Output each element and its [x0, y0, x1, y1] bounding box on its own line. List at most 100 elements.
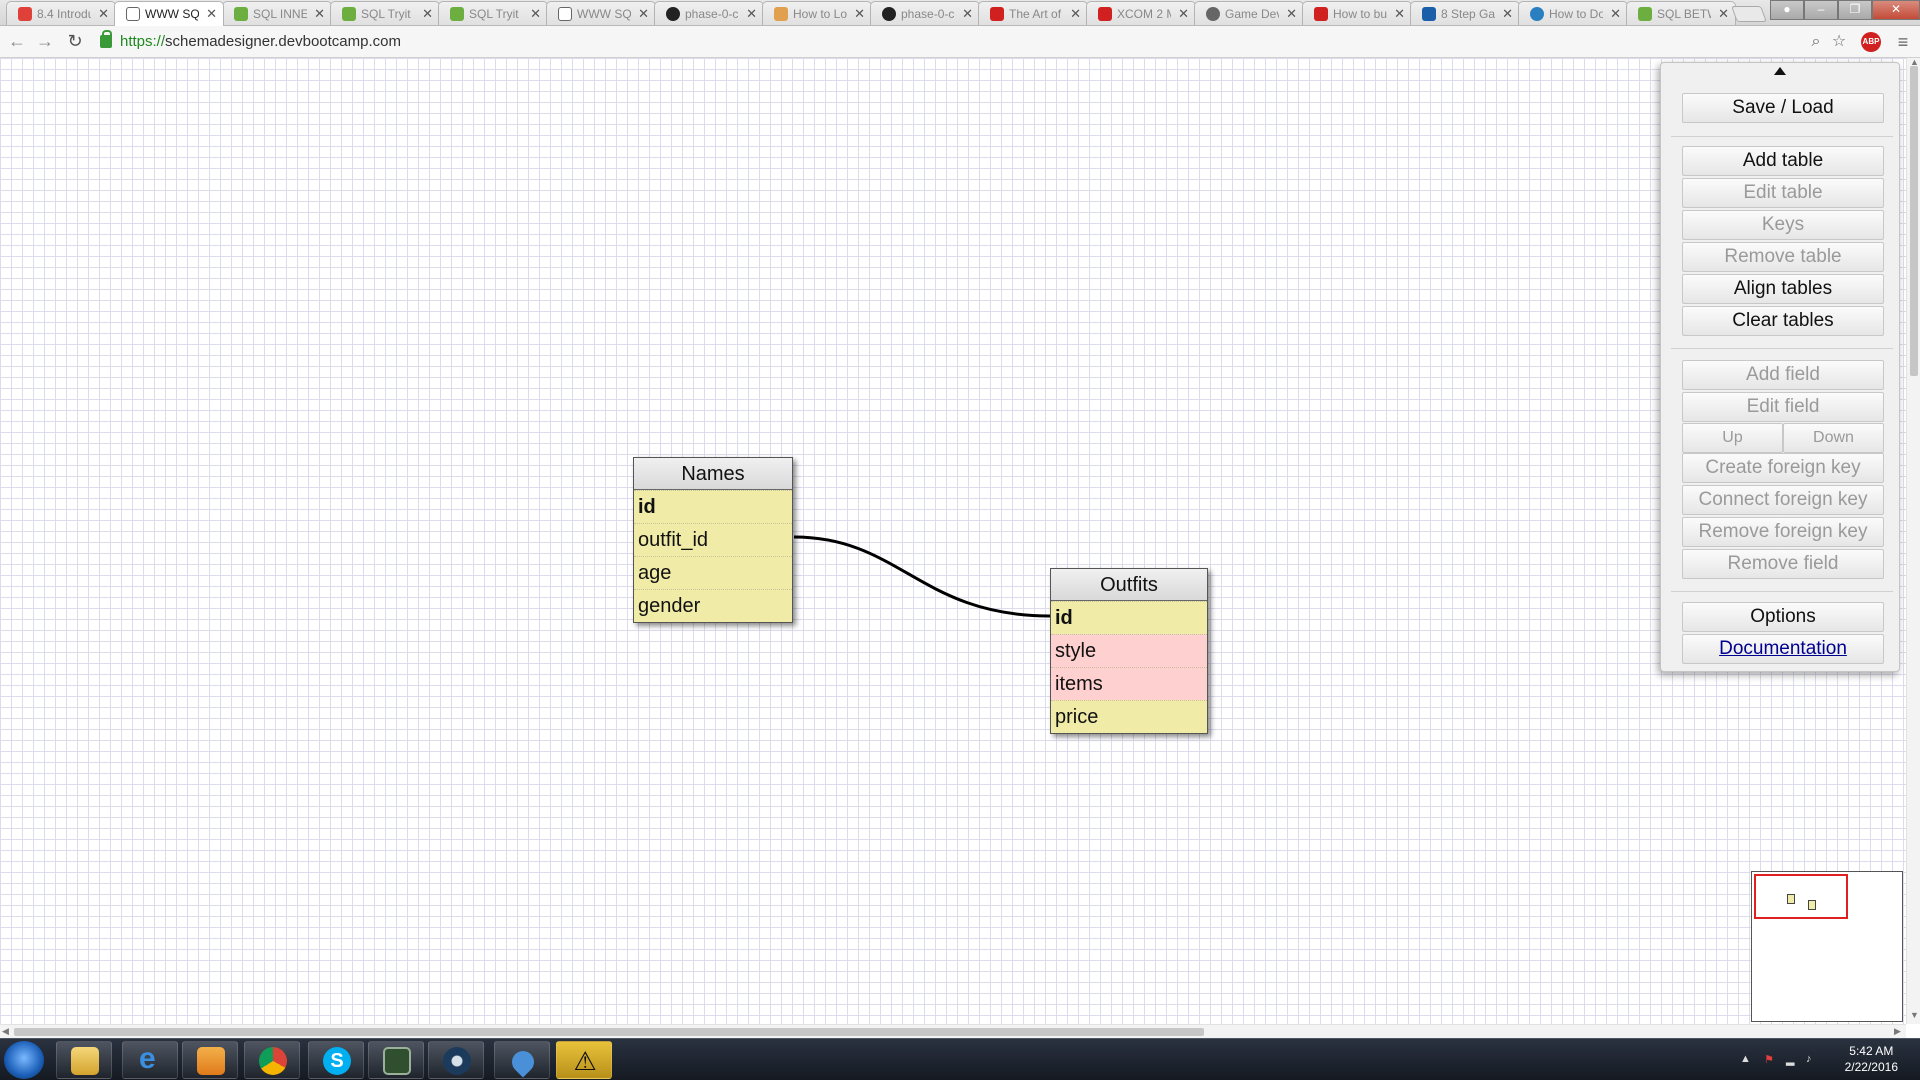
forward-icon[interactable]: →: [34, 30, 56, 52]
tab-4[interactable]: SQL Tryit ✕: [330, 1, 440, 25]
field-row[interactable]: price: [1051, 700, 1207, 733]
horizontal-scroll-thumb[interactable]: [14, 1028, 1204, 1036]
internet-explorer-button[interactable]: e: [122, 1041, 178, 1079]
field-down-button[interactable]: Down: [1783, 423, 1884, 453]
tab-10[interactable]: The Art of ✕: [978, 1, 1088, 25]
tab-6[interactable]: WWW SQL ✕: [546, 1, 656, 25]
address-bar[interactable]: https://schemadesigner.devbootcamp.com: [98, 30, 1798, 54]
close-icon[interactable]: ✕: [98, 6, 109, 22]
tab-12[interactable]: Game Dev ✕: [1194, 1, 1304, 25]
reload-icon[interactable]: ↻: [64, 30, 86, 52]
remove-field-button[interactable]: Remove field: [1682, 549, 1884, 579]
new-tab-button[interactable]: [1731, 6, 1767, 22]
close-icon[interactable]: ✕: [422, 6, 433, 22]
droplet-app-button[interactable]: [494, 1041, 550, 1079]
field-row[interactable]: id: [1051, 601, 1207, 634]
scroll-up-icon[interactable]: ▲: [1910, 57, 1919, 67]
save-load-button[interactable]: Save / Load: [1682, 93, 1884, 123]
skype-button[interactable]: S: [308, 1041, 364, 1079]
create-foreign-key-button[interactable]: Create foreign key: [1682, 453, 1884, 483]
connect-foreign-key-button[interactable]: Connect foreign key: [1682, 485, 1884, 515]
menu-icon[interactable]: ≡: [1893, 32, 1913, 52]
close-icon[interactable]: ✕: [314, 6, 325, 22]
align-tables-button[interactable]: Align tables: [1682, 274, 1884, 304]
close-icon[interactable]: ✕: [1718, 6, 1729, 22]
documentation-link[interactable]: Documentation: [1682, 634, 1884, 664]
close-icon[interactable]: ✕: [1394, 6, 1405, 22]
close-icon[interactable]: ✕: [1610, 6, 1621, 22]
schema-canvas[interactable]: Names id outfit_id age gender Outfits id…: [0, 58, 1906, 1024]
tab-7[interactable]: phase-0-c ✕: [654, 1, 764, 25]
start-button[interactable]: [4, 1041, 44, 1079]
scroll-right-icon[interactable]: ▶: [1894, 1026, 1901, 1037]
network-icon[interactable]: ▂: [1786, 1053, 1798, 1066]
close-icon[interactable]: ✕: [962, 6, 973, 22]
table-outfits[interactable]: Outfits id style items price: [1050, 568, 1208, 734]
close-icon[interactable]: ✕: [746, 6, 757, 22]
tab-16[interactable]: SQL BETW ✕: [1626, 1, 1736, 25]
field-up-button[interactable]: Up: [1682, 423, 1783, 453]
field-row[interactable]: id: [634, 490, 792, 523]
remove-foreign-key-button[interactable]: Remove foreign key: [1682, 517, 1884, 547]
collapse-arrow-icon[interactable]: [1774, 67, 1786, 75]
file-explorer-button[interactable]: [56, 1041, 112, 1079]
steam-button[interactable]: [428, 1041, 484, 1079]
tab-1[interactable]: 8.4 Introdu ✕: [6, 1, 116, 25]
keys-button[interactable]: Keys: [1682, 210, 1884, 240]
close-window-button[interactable]: ✕: [1872, 0, 1920, 20]
adblock-icon[interactable]: ABP: [1861, 32, 1881, 52]
tray-expand-icon[interactable]: ▲: [1740, 1053, 1752, 1065]
close-icon[interactable]: ✕: [638, 6, 649, 22]
clock[interactable]: 5:42 AM 2/22/2016: [1845, 1043, 1898, 1075]
table-title[interactable]: Names: [634, 458, 792, 490]
close-icon[interactable]: ✕: [1070, 6, 1081, 22]
tab-15[interactable]: How to Do ✕: [1518, 1, 1628, 25]
tab-2[interactable]: WWW SQL ✕: [114, 1, 224, 26]
vertical-scrollbar[interactable]: ▲ ▼: [1906, 57, 1920, 1024]
field-row[interactable]: gender: [634, 589, 792, 622]
tab-5[interactable]: SQL Tryit ✕: [438, 1, 548, 25]
close-icon[interactable]: ✕: [1502, 6, 1513, 22]
scroll-down-icon[interactable]: ▼: [1910, 1010, 1919, 1020]
zoom-icon[interactable]: ⌕: [1806, 32, 1826, 52]
chrome-button[interactable]: [244, 1041, 300, 1079]
close-icon[interactable]: ✕: [854, 6, 865, 22]
field-row[interactable]: items: [1051, 667, 1207, 700]
tab-3[interactable]: SQL INNER ✕: [222, 1, 332, 25]
options-button[interactable]: Options: [1682, 602, 1884, 632]
vertical-scroll-thumb[interactable]: [1910, 66, 1918, 376]
user-icon[interactable]: ●: [1770, 0, 1804, 20]
tab-13[interactable]: How to bu ✕: [1302, 1, 1412, 25]
volume-icon[interactable]: ♪: [1806, 1053, 1818, 1065]
close-icon[interactable]: ✕: [206, 6, 217, 22]
terminal-button[interactable]: [368, 1041, 424, 1079]
tab-8[interactable]: How to Lo ✕: [762, 1, 872, 25]
warning-app-button[interactable]: ⚠: [556, 1041, 612, 1079]
minimap-viewport[interactable]: [1754, 874, 1848, 919]
add-table-button[interactable]: Add table: [1682, 146, 1884, 176]
clear-tables-button[interactable]: Clear tables: [1682, 306, 1884, 336]
field-row[interactable]: outfit_id: [634, 523, 792, 556]
maximize-button[interactable]: ❐: [1838, 0, 1872, 20]
remove-table-button[interactable]: Remove table: [1682, 242, 1884, 272]
tab-11[interactable]: XCOM 2 M ✕: [1086, 1, 1196, 25]
horizontal-scrollbar[interactable]: ◀ ▶: [0, 1024, 1906, 1038]
table-names[interactable]: Names id outfit_id age gender: [633, 457, 793, 623]
table-title[interactable]: Outfits: [1051, 569, 1207, 601]
tab-14[interactable]: 8 Step Ga ✕: [1410, 1, 1520, 25]
bookmark-star-icon[interactable]: ☆: [1829, 32, 1849, 52]
tab-9[interactable]: phase-0-c ✕: [870, 1, 980, 25]
edit-field-button[interactable]: Edit field: [1682, 392, 1884, 422]
minimize-button[interactable]: –: [1804, 0, 1838, 20]
close-icon[interactable]: ✕: [1286, 6, 1297, 22]
field-row[interactable]: age: [634, 556, 792, 589]
media-player-button[interactable]: [182, 1041, 238, 1079]
minimap[interactable]: [1751, 871, 1903, 1022]
action-center-icon[interactable]: ⚑: [1764, 1053, 1776, 1066]
edit-table-button[interactable]: Edit table: [1682, 178, 1884, 208]
back-icon[interactable]: ←: [6, 30, 28, 52]
close-icon[interactable]: ✕: [1178, 6, 1189, 22]
add-field-button[interactable]: Add field: [1682, 360, 1884, 390]
close-icon[interactable]: ✕: [530, 6, 541, 22]
field-row[interactable]: style: [1051, 634, 1207, 667]
